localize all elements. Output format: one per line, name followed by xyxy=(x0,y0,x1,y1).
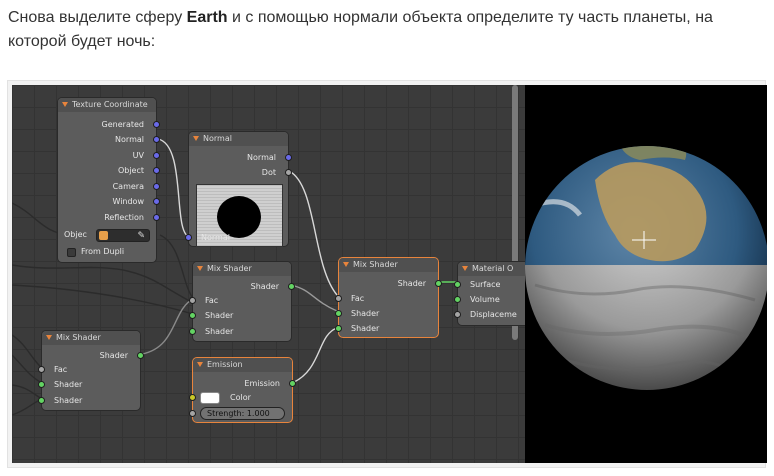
earth-sphere-render xyxy=(525,146,767,390)
object-cube-icon xyxy=(99,231,108,240)
material-output-socket-volume[interactable] xyxy=(454,296,461,303)
normal-socket-normal-out[interactable] xyxy=(285,154,292,161)
normal-output-normal: Normal xyxy=(247,153,276,162)
emission-strength-value: Strength: 1.000 xyxy=(207,409,270,418)
mix-shader-node-right[interactable]: Mix Shader Shader Fac Shader Shader xyxy=(335,257,442,338)
mix-shader-left-fac: Fac xyxy=(54,365,68,374)
mix-shader-middle-output: Shader xyxy=(250,282,279,291)
emission-socket-strength[interactable] xyxy=(189,410,196,417)
mix-shader-middle-shader1: Shader xyxy=(205,311,234,320)
material-output-displacement: Displaceme xyxy=(470,310,517,319)
mix-shader-node-left[interactable]: Mix Shader Shader Fac Shader Shader xyxy=(38,330,144,411)
socket-normal[interactable] xyxy=(153,136,160,143)
normal-input-normal: Normal xyxy=(201,233,230,242)
render-viewport[interactable] xyxy=(525,85,767,463)
material-output-node[interactable]: Material O Surface Volume Displaceme xyxy=(454,261,525,326)
material-output-volume: Volume xyxy=(470,295,500,304)
emission-socket-color[interactable] xyxy=(189,394,196,401)
mix-shader-right-socket-shader1[interactable] xyxy=(335,310,342,317)
mix-shader-right-socket-shader2[interactable] xyxy=(335,325,342,332)
mix-shader-left-title[interactable]: Mix Shader xyxy=(42,331,140,345)
output-object: Object xyxy=(117,166,144,175)
eyedropper-icon[interactable]: ✎ xyxy=(137,231,145,242)
mix-shader-middle-socket-fac[interactable] xyxy=(189,297,196,304)
output-normal: Normal xyxy=(115,135,144,144)
mix-shader-right-socket-out[interactable] xyxy=(435,280,442,287)
output-uv: UV xyxy=(132,151,144,160)
emission-color-label: Color xyxy=(230,393,251,402)
normal-node-title[interactable]: Normal xyxy=(189,132,288,146)
socket-camera[interactable] xyxy=(153,183,160,190)
mix-shader-left-socket-shader1[interactable] xyxy=(38,381,45,388)
socket-object[interactable] xyxy=(153,167,160,174)
mix-shader-middle-socket-out[interactable] xyxy=(288,283,295,290)
mix-shader-middle-socket-shader1[interactable] xyxy=(189,312,196,319)
emission-node[interactable]: Emission Emission Color Strength: 1.000 xyxy=(189,357,296,423)
mix-shader-right-title[interactable]: Mix Shader xyxy=(339,258,438,272)
mix-shader-right-fac: Fac xyxy=(351,294,365,303)
mix-shader-left-output: Shader xyxy=(99,351,128,360)
mix-shader-node-middle[interactable]: Mix Shader Shader Fac Shader Shader xyxy=(189,261,295,342)
emission-color-swatch[interactable] xyxy=(200,392,220,404)
mix-shader-middle-socket-shader2[interactable] xyxy=(189,328,196,335)
output-window: Window xyxy=(112,197,144,206)
object-label: Objec xyxy=(64,230,87,239)
mix-shader-right-socket-fac[interactable] xyxy=(335,295,342,302)
texture-coordinate-node[interactable]: Texture Coordinate Generated Normal UV O… xyxy=(57,97,160,263)
material-output-surface: Surface xyxy=(470,280,501,289)
mix-shader-middle-shader2: Shader xyxy=(205,327,234,336)
normal-output-dot: Dot xyxy=(261,168,276,177)
from-dupli-checkbox[interactable] xyxy=(67,248,76,257)
mix-shader-left-socket-out[interactable] xyxy=(137,352,144,359)
mix-shader-middle-fac: Fac xyxy=(205,296,219,305)
from-dupli-label: From Dupli xyxy=(81,247,125,256)
emission-output-label: Emission xyxy=(244,379,280,388)
material-output-socket-surface[interactable] xyxy=(454,281,461,288)
socket-window[interactable] xyxy=(153,198,160,205)
normal-socket-normal-in[interactable] xyxy=(185,234,192,241)
caption-bold-object-name: Earth xyxy=(186,9,228,26)
mix-shader-left-shader1: Shader xyxy=(54,380,83,389)
mix-shader-left-shader2: Shader xyxy=(54,396,83,405)
output-reflection: Reflection xyxy=(104,213,144,222)
normal-socket-dot-out[interactable] xyxy=(285,169,292,176)
object-picker-field[interactable]: ✎ xyxy=(96,229,150,242)
socket-reflection[interactable] xyxy=(153,214,160,221)
emission-socket-out[interactable] xyxy=(289,380,296,387)
tutorial-caption: Снова выделите сферу Earth и с помощью н… xyxy=(8,6,764,54)
mix-shader-right-output: Shader xyxy=(397,279,426,288)
mix-shader-middle-title[interactable]: Mix Shader xyxy=(193,262,291,276)
normal-node[interactable]: Normal Normal Dot Normal xyxy=(185,131,292,247)
socket-uv[interactable] xyxy=(153,152,160,159)
emission-node-title[interactable]: Emission xyxy=(193,358,292,372)
mix-shader-left-socket-fac[interactable] xyxy=(38,366,45,373)
emission-strength-field[interactable]: Strength: 1.000 xyxy=(200,407,285,420)
mix-shader-right-shader2: Shader xyxy=(351,324,380,333)
node-editor[interactable]: Texture Coordinate Generated Normal UV O… xyxy=(12,85,525,463)
material-output-socket-displacement[interactable] xyxy=(454,311,461,318)
socket-generated[interactable] xyxy=(153,121,160,128)
mix-shader-left-socket-shader2[interactable] xyxy=(38,397,45,404)
mix-shader-right-shader1: Shader xyxy=(351,309,380,318)
material-output-title[interactable]: Material O xyxy=(458,262,525,276)
output-generated: Generated xyxy=(101,120,144,129)
texture-coordinate-title[interactable]: Texture Coordinate xyxy=(58,98,156,112)
caption-text-start: Снова выделите сферу xyxy=(8,9,187,26)
output-camera: Camera xyxy=(112,182,144,191)
